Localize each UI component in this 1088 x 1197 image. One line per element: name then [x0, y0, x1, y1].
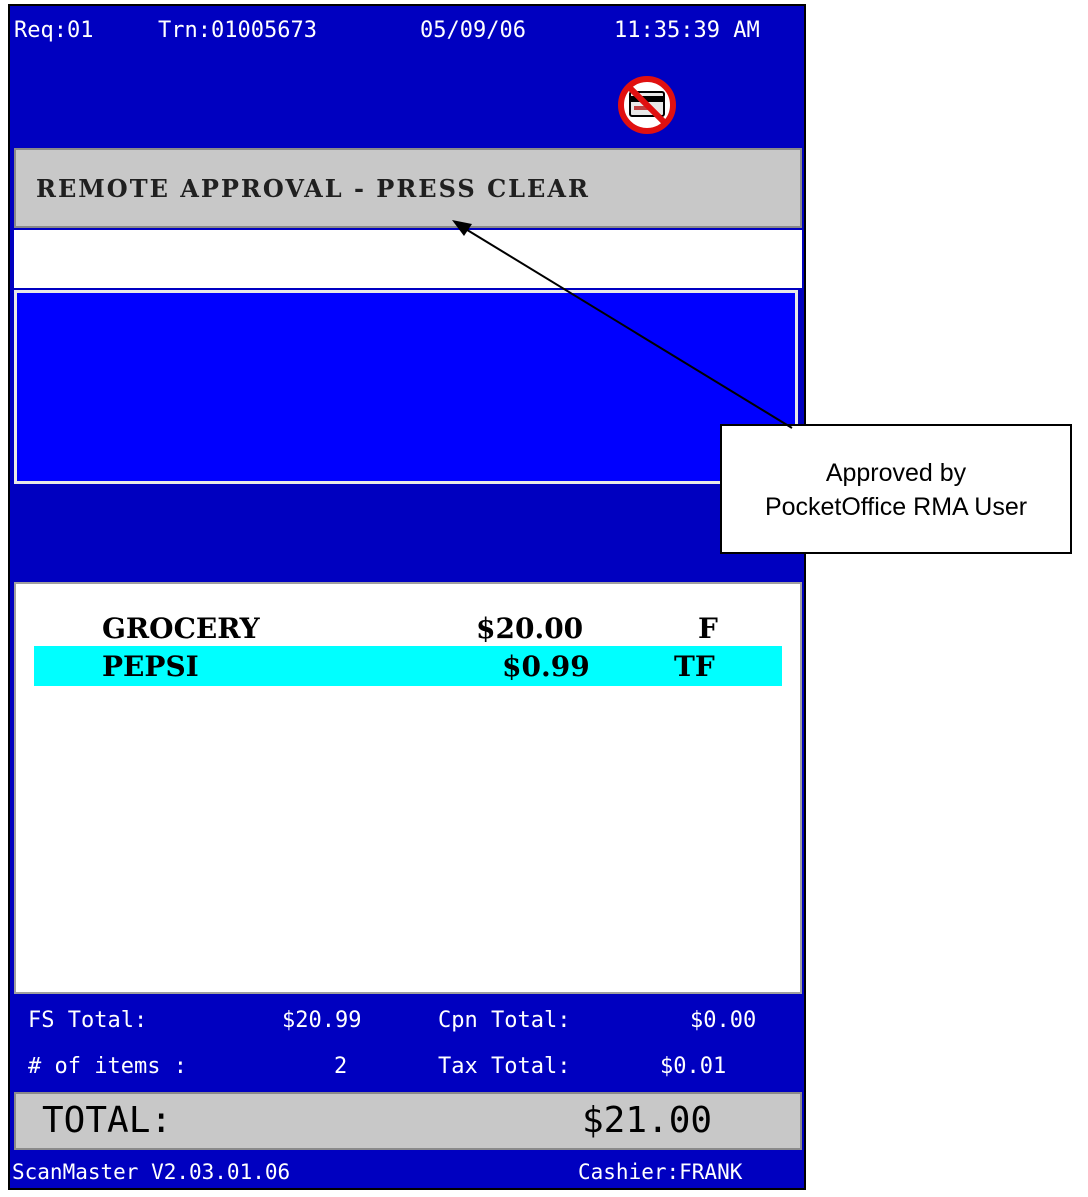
coupon-total-value: $0.00: [690, 1008, 757, 1033]
fs-total-value: $20.99: [282, 1008, 362, 1033]
item-price: $20.00: [476, 612, 584, 645]
transaction-number: Trn:01005673: [158, 18, 317, 43]
callout-line-2: PocketOffice RMA User: [764, 493, 1028, 521]
callout-line-1: Approved by: [825, 459, 967, 487]
item-flags: TF: [674, 650, 715, 683]
item-name: GROCERY: [102, 612, 260, 645]
item-price: $0.99: [502, 650, 590, 683]
no-credit-card-icon: [618, 76, 676, 134]
info-panel: [14, 290, 798, 484]
approval-callout: Approved by PocketOffice RMA User: [720, 424, 1072, 554]
fs-total-label: FS Total:: [28, 1008, 148, 1033]
item-count-value: 2: [334, 1054, 348, 1079]
message-bar: REMOTE APPROVAL - PRESS CLEAR: [14, 148, 802, 228]
totals-area: FS Total: $20.99 Cpn Total: $0.00 # of i…: [10, 996, 804, 1090]
list-item[interactable]: GROCERY $20.00 F: [34, 608, 782, 648]
message-text: REMOTE APPROVAL - PRESS CLEAR: [36, 174, 590, 203]
grand-total-bar: TOTAL: $21.00: [14, 1092, 802, 1150]
date: 05/09/06: [420, 18, 526, 43]
footer-bar: ScanMaster V2.03.01.06 Cashier:FRANK: [10, 1154, 804, 1188]
grand-total-value: $21.00: [582, 1100, 713, 1141]
cashier-label: Cashier:FRANK: [578, 1160, 743, 1184]
status-bar: Req:01 Trn:01005673 05/09/06 11:35:39 AM: [10, 6, 804, 56]
list-item-selected[interactable]: PEPSI $0.99 TF: [34, 646, 782, 686]
register-number: Req:01: [14, 18, 94, 43]
entry-field[interactable]: [14, 230, 802, 288]
tax-total-value: $0.01: [660, 1054, 727, 1079]
tax-total-label: Tax Total:: [438, 1054, 571, 1079]
grand-total-label: TOTAL:: [42, 1100, 173, 1141]
item-name: PEPSI: [102, 650, 199, 683]
item-flags: F: [698, 612, 718, 645]
time: 11:35:39 AM: [614, 18, 760, 43]
item-list[interactable]: GROCERY $20.00 F PEPSI $0.99 TF: [14, 582, 802, 994]
pos-screen: Req:01 Trn:01005673 05/09/06 11:35:39 AM…: [8, 4, 806, 1190]
item-count-label: # of items :: [28, 1054, 187, 1079]
coupon-total-label: Cpn Total:: [438, 1008, 571, 1033]
version-label: ScanMaster V2.03.01.06: [12, 1160, 291, 1184]
